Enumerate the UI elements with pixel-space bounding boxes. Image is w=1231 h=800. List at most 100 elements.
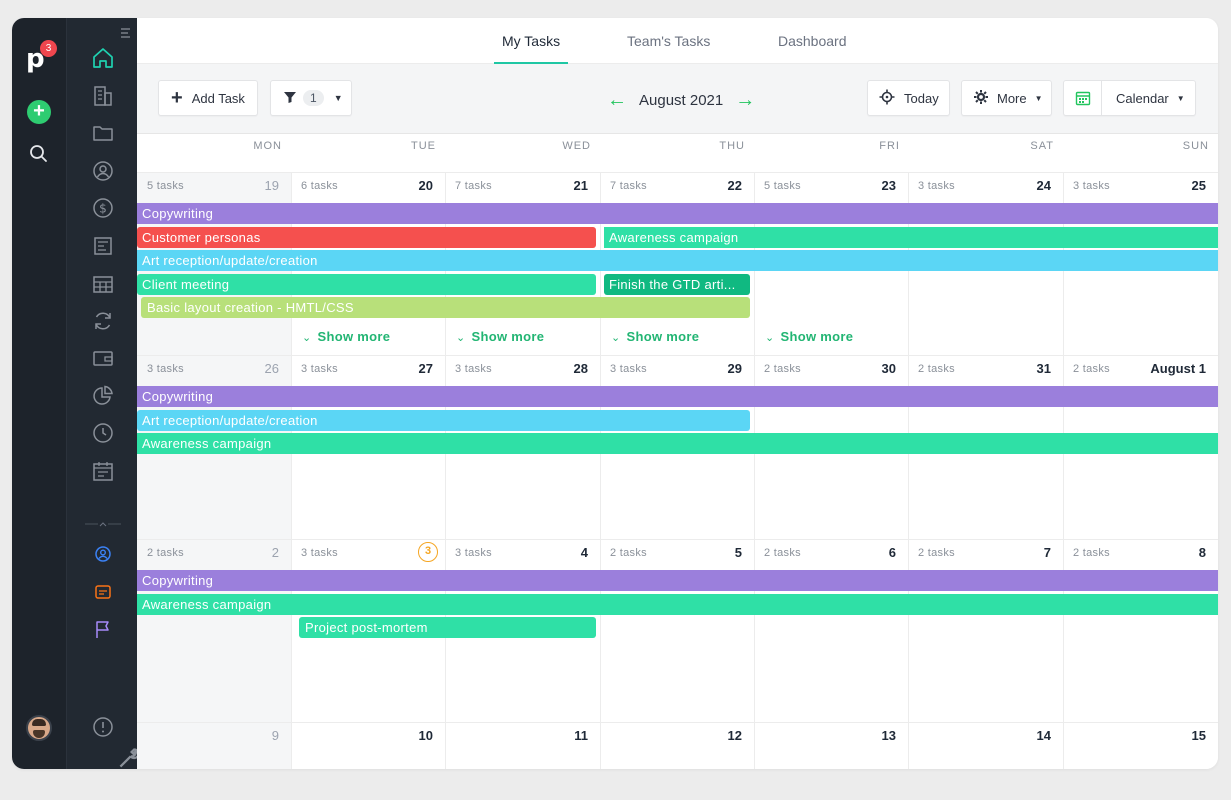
more-button[interactable]: More ▼ (961, 80, 1052, 116)
day-cell[interactable]: 2 tasks 30 (754, 355, 908, 385)
table-icon[interactable] (91, 272, 115, 296)
task-bar[interactable]: Project post-mortem (299, 617, 596, 639)
date-number: 11 (574, 728, 588, 743)
user-profile-icon[interactable] (91, 542, 115, 566)
flag-icon[interactable] (91, 617, 115, 641)
day-cell[interactable]: 3 tasks 28 (445, 355, 600, 385)
day-cell[interactable]: 11 (445, 722, 600, 752)
notification-badge: 3 (40, 40, 57, 57)
day-cell[interactable]: 6 tasks 20 (291, 172, 445, 202)
task-bar[interactable]: Customer personas (137, 226, 596, 248)
day-cell[interactable]: 2 tasks 5 (600, 539, 754, 569)
day-cell[interactable]: 3 tasks 27 (291, 355, 445, 385)
date-number: 29 (727, 361, 742, 376)
task-bar[interactable]: Copywriting (137, 203, 1218, 224)
invoice-icon[interactable] (91, 234, 115, 258)
finance-icon[interactable]: $ (91, 196, 115, 220)
task-count: 6 tasks (301, 180, 338, 192)
date-number: 8 (1198, 545, 1206, 560)
task-bar[interactable]: Basic layout creation - HMTL/CSS (141, 297, 750, 319)
plus-icon: + (171, 87, 183, 109)
day-cell[interactable]: 2 tasks 7 (908, 539, 1063, 569)
task-bar[interactable]: Copywriting (137, 570, 1218, 591)
folder-icon[interactable] (91, 121, 115, 145)
day-cell[interactable]: 3 tasks 3 (291, 539, 445, 569)
day-cell[interactable]: 3 tasks 25 (1063, 172, 1218, 202)
today-button[interactable]: Today (867, 80, 950, 116)
day-cell[interactable]: 3 tasks 24 (908, 172, 1063, 202)
building-icon[interactable] (91, 84, 115, 108)
sidebar-divider[interactable] (85, 515, 121, 527)
task-count: 5 tasks (764, 180, 801, 192)
tab-dashboard[interactable]: Dashboard (778, 33, 847, 64)
view-switcher[interactable]: Calendar ▼ (1063, 80, 1196, 116)
today-date-number: 3 (418, 542, 438, 562)
day-cell[interactable]: 3 tasks 4 (445, 539, 600, 569)
day-cell[interactable]: 7 tasks 22 (600, 172, 754, 202)
calendar-icon[interactable] (91, 459, 115, 483)
day-cell[interactable]: 7 tasks 21 (445, 172, 600, 202)
task-bar[interactable]: Art reception/update/creation (137, 250, 1218, 272)
show-more-link[interactable]: ⌄ Show more (302, 329, 390, 344)
day-cell[interactable]: 3 tasks 29 (600, 355, 754, 385)
quick-add-icon[interactable]: + (27, 100, 51, 124)
day-cell[interactable]: 5 tasks 23 (754, 172, 908, 202)
date-number: 26 (264, 361, 279, 376)
user-avatar[interactable] (26, 715, 52, 741)
tab-my-tasks[interactable]: My Tasks (493, 33, 569, 64)
day-cell[interactable]: 13 (754, 722, 908, 752)
task-bar[interactable]: Finish the GTD arti... (604, 273, 750, 295)
day-cell[interactable]: 2 tasks 31 (908, 355, 1063, 385)
sync-icon[interactable] (91, 309, 115, 333)
day-cell[interactable]: 2 tasks August 1 (1063, 355, 1218, 385)
info-icon[interactable] (91, 715, 115, 739)
date-number: 19 (264, 178, 279, 193)
next-month-arrow-icon[interactable]: → (735, 90, 755, 110)
task-count: 7 tasks (455, 180, 492, 192)
task-bar[interactable]: Awareness campaign (604, 226, 1218, 248)
add-task-button[interactable]: + Add Task (158, 80, 258, 116)
prev-month-arrow-icon[interactable]: ← (607, 90, 627, 110)
view-label: Calendar (1116, 90, 1169, 106)
svg-text:$: $ (99, 202, 107, 216)
main-panel: My Tasks Team's Tasks Dashboard + Add Ta… (137, 18, 1218, 769)
day-cell[interactable]: 2 tasks 8 (1063, 539, 1218, 569)
tab-teams-tasks[interactable]: Team's Tasks (627, 33, 710, 64)
search-icon[interactable] (29, 144, 49, 164)
show-more-label: Show more (626, 329, 700, 344)
contacts-icon[interactable] (91, 159, 115, 183)
day-cell[interactable]: 15 (1063, 722, 1218, 752)
clock-icon[interactable] (91, 421, 115, 445)
task-bar[interactable]: Client meeting (137, 273, 596, 295)
task-bar[interactable]: Art reception/update/creation (137, 409, 750, 431)
day-cell[interactable]: 12 (600, 722, 754, 752)
day-cell[interactable]: 2 tasks 6 (754, 539, 908, 569)
date-number: 27 (418, 361, 433, 376)
task-bar[interactable]: Awareness campaign (137, 593, 1218, 615)
day-cell[interactable]: 10 (291, 722, 445, 752)
day-cell[interactable]: 14 (908, 722, 1063, 752)
show-more-link[interactable]: ⌄ Show more (456, 329, 544, 344)
show-more-link[interactable]: ⌄ Show more (611, 329, 699, 344)
date-number: August 1 (1150, 361, 1206, 376)
task-bar[interactable]: Awareness campaign (137, 433, 1218, 455)
app-logo[interactable]: p 3 (26, 40, 57, 72)
reports-pie-icon[interactable] (91, 384, 115, 408)
task-count: 2 tasks (1073, 547, 1110, 559)
collapse-sidebar-icon[interactable] (119, 26, 133, 40)
day-cell[interactable]: 2 tasks 2 (137, 539, 291, 569)
task-bar[interactable]: Copywriting (137, 386, 1218, 407)
day-cell[interactable]: 9 (137, 722, 291, 752)
wrench-icon[interactable] (117, 746, 140, 768)
filter-button[interactable]: 1 ▼ (270, 80, 352, 116)
toolbar: + Add Task 1 ▼ ← August 2021 → Today Mor… (137, 64, 1218, 134)
date-number: 15 (1191, 728, 1206, 743)
show-more-link[interactable]: ⌄ Show more (765, 329, 853, 344)
home-icon[interactable] (91, 46, 115, 70)
filter-count-badge: 1 (303, 90, 324, 106)
planner-icon[interactable] (91, 580, 115, 604)
day-cell[interactable]: 5 tasks 19 (137, 172, 291, 202)
wallet-icon[interactable] (91, 346, 115, 370)
task-count: 3 tasks (610, 363, 647, 375)
day-cell[interactable]: 3 tasks 26 (137, 355, 291, 385)
